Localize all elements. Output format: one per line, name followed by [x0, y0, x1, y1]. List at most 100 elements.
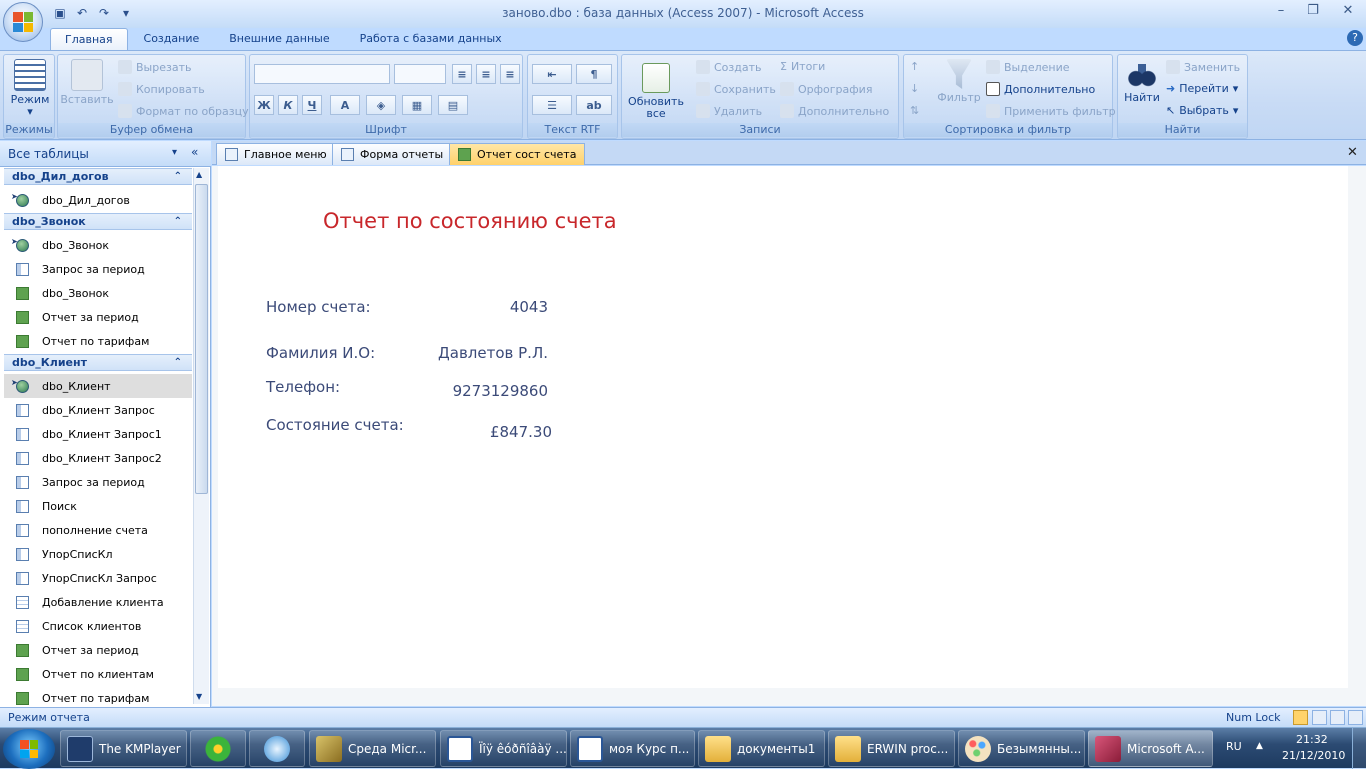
italic-button[interactable]: К: [278, 95, 298, 115]
refresh-all-button[interactable]: Обновить все: [625, 63, 687, 120]
totals-button[interactable]: Σ Итоги: [780, 60, 825, 73]
paragraph-icon[interactable]: ¶: [576, 64, 612, 84]
help-icon[interactable]: ?: [1347, 30, 1363, 46]
delete-record-button[interactable]: Удалить: [696, 104, 762, 118]
bullets-icon[interactable]: ☰: [532, 95, 572, 115]
task-icq[interactable]: [190, 730, 246, 767]
task-environment[interactable]: Среда Micr...: [309, 730, 436, 767]
apply-filter-button[interactable]: Применить фильтр: [986, 104, 1116, 118]
font-color-icon[interactable]: A: [330, 95, 360, 115]
print-preview-icon[interactable]: [1312, 710, 1327, 725]
nav-item[interactable]: dbo_Клиент Запрос: [4, 398, 192, 422]
clear-sort-icon[interactable]: ⇅: [910, 104, 919, 117]
nav-item[interactable]: УпорСписКл: [4, 542, 192, 566]
font-size-combo[interactable]: [394, 64, 446, 84]
doc-tab-main-menu[interactable]: Главное меню: [216, 143, 336, 165]
goto-button[interactable]: ➜ Перейти ▾: [1166, 82, 1238, 95]
replace-button[interactable]: Заменить: [1166, 60, 1240, 74]
nav-scrollbar[interactable]: ▲ ▼: [193, 168, 209, 704]
paste-button[interactable]: Вставить: [60, 59, 114, 106]
collapse-chevron-icon[interactable]: ⌃: [174, 355, 182, 370]
nav-item[interactable]: Отчет по тарифам: [4, 329, 192, 353]
scrollbar-thumb[interactable]: [195, 184, 208, 494]
nav-item[interactable]: Отчет за период: [4, 305, 192, 329]
advanced-filter-button[interactable]: Дополнительно: [986, 82, 1095, 96]
copy-button[interactable]: Копировать: [118, 82, 205, 96]
align-right-icon[interactable]: ≡: [500, 64, 520, 84]
clock-time[interactable]: 21:32: [1296, 733, 1328, 746]
filter-button[interactable]: Фильтр: [934, 59, 984, 104]
clock-date[interactable]: 21/12/2010: [1282, 749, 1345, 762]
task-kmplayer[interactable]: The KMPlayer: [60, 730, 187, 767]
nav-item[interactable]: Отчет за период: [4, 638, 192, 662]
selection-button[interactable]: Выделение: [986, 60, 1070, 74]
task-erwin-folder[interactable]: ERWIN proc...: [828, 730, 955, 767]
decrease-indent-icon[interactable]: ⇤: [532, 64, 572, 84]
shutter-bar-icon[interactable]: «: [191, 145, 198, 159]
doc-tab-account-report[interactable]: Отчет сост счета: [449, 143, 586, 165]
view-button[interactable]: Режим ▾: [8, 59, 52, 118]
nav-item[interactable]: Отчет по клиентам: [4, 662, 192, 686]
find-button[interactable]: Найти: [1121, 59, 1163, 104]
nav-item[interactable]: Список клиентов: [4, 614, 192, 638]
nav-group-header[interactable]: dbo_Дил_догов ⌃: [4, 168, 192, 185]
save-record-button[interactable]: Сохранить: [696, 82, 776, 96]
tab-external-data[interactable]: Внешние данные: [215, 28, 343, 50]
show-hidden-icons-icon[interactable]: ▲: [1256, 741, 1263, 751]
nav-pane-header[interactable]: Все таблицы ▾ «: [0, 141, 211, 167]
nav-group-header[interactable]: dbo_Звонок ⌃: [4, 213, 192, 230]
scroll-up-icon[interactable]: ▲: [196, 170, 202, 179]
nav-item[interactable]: Поиск: [4, 494, 192, 518]
highlight-icon[interactable]: ab: [576, 95, 612, 115]
task-paint[interactable]: Безымянны...: [958, 730, 1085, 767]
more-records-button[interactable]: Дополнительно: [780, 104, 889, 118]
nav-item[interactable]: Запрос за период: [4, 470, 192, 494]
align-left-icon[interactable]: ≡: [452, 64, 472, 84]
close-window-button[interactable]: ✕: [1333, 0, 1363, 20]
nav-item[interactable]: ➤ dbo_Звонок: [4, 233, 192, 257]
task-microsoft-access[interactable]: Microsoft A...: [1088, 730, 1213, 767]
show-desktop-button[interactable]: [1352, 728, 1366, 769]
collapse-chevron-icon[interactable]: ⌃: [174, 169, 182, 184]
tab-home[interactable]: Главная: [50, 28, 128, 50]
format-painter-button[interactable]: Формат по образцу: [118, 104, 249, 118]
nav-item[interactable]: ➤ dbo_Дил_догов: [4, 188, 192, 212]
cut-button[interactable]: Вырезать: [118, 60, 191, 74]
close-doc-icon[interactable]: ✕: [1347, 145, 1358, 160]
collapse-chevron-icon[interactable]: ⌃: [174, 214, 182, 229]
nav-item[interactable]: Добавление клиента: [4, 590, 192, 614]
sort-desc-icon[interactable]: ↓: [910, 82, 919, 95]
fill-color-icon[interactable]: ◈: [366, 95, 396, 115]
nav-item[interactable]: dbo_Клиент Запрос1: [4, 422, 192, 446]
nav-item[interactable]: УпорСписКл Запрос: [4, 566, 192, 590]
office-button[interactable]: [3, 2, 43, 42]
bold-button[interactable]: Ж: [254, 95, 274, 115]
underline-button[interactable]: Ч: [302, 95, 322, 115]
nav-item[interactable]: пополнение счета: [4, 518, 192, 542]
spelling-button[interactable]: Орфография: [780, 82, 872, 96]
nav-item[interactable]: dbo_Клиент Запрос2: [4, 446, 192, 470]
alternate-fill-icon[interactable]: ▤: [438, 95, 468, 115]
layout-view-icon[interactable]: [1330, 710, 1345, 725]
task-word-coursework-2[interactable]: моя Курс п...: [570, 730, 695, 767]
nav-item[interactable]: Запрос за период: [4, 257, 192, 281]
task-browser[interactable]: [249, 730, 305, 767]
maximize-button[interactable]: ❐: [1298, 0, 1328, 20]
task-documents-folder[interactable]: документы1: [698, 730, 825, 767]
new-record-button[interactable]: Создать: [696, 60, 762, 74]
align-center-icon[interactable]: ≡: [476, 64, 496, 84]
select-button[interactable]: ↖ Выбрать ▾: [1166, 104, 1238, 117]
nav-item[interactable]: ➤ dbo_Клиент: [4, 374, 192, 398]
nav-dropdown-icon[interactable]: ▾: [172, 147, 177, 158]
language-indicator[interactable]: RU: [1226, 740, 1242, 753]
scroll-down-icon[interactable]: ▼: [196, 692, 202, 701]
start-button[interactable]: [3, 729, 55, 769]
gridlines-icon[interactable]: ▦: [402, 95, 432, 115]
sort-asc-icon[interactable]: ↑: [910, 60, 919, 73]
task-word-coursework-1[interactable]: Ïîÿ êóðñîâàÿ ...: [440, 730, 567, 767]
minimize-button[interactable]: –: [1266, 0, 1296, 20]
font-name-combo[interactable]: [254, 64, 390, 84]
doc-tab-reports-form[interactable]: Форма отчеты: [332, 143, 453, 165]
report-view-icon[interactable]: [1293, 710, 1308, 725]
nav-group-header[interactable]: dbo_Клиент ⌃: [4, 354, 192, 371]
